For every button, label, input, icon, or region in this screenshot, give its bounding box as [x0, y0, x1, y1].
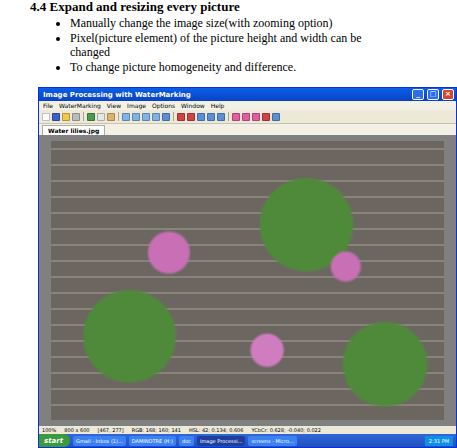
copy-icon[interactable]: [97, 113, 105, 121]
grid-icon[interactable]: [207, 113, 215, 121]
status-cell: 100%: [42, 427, 56, 433]
window-title: Image Processing with WaterMarking: [43, 91, 409, 99]
undo-icon[interactable]: [87, 113, 95, 121]
window-button[interactable]: □: [427, 89, 439, 100]
grid-icon[interactable]: [217, 113, 225, 121]
window-button[interactable]: _: [412, 89, 424, 100]
bullet-item: Pixel(picture element) of the picture he…: [70, 31, 370, 59]
taskbar-item[interactable]: screens - Micro...: [248, 436, 296, 446]
grid-icon[interactable]: [197, 113, 205, 121]
toolbar: [39, 110, 456, 124]
open-icon[interactable]: [62, 113, 70, 121]
status-cell: HSL: 42; 0.134; 0.606: [189, 427, 244, 433]
menu-item[interactable]: Options: [152, 102, 175, 109]
color-icon[interactable]: [232, 113, 240, 121]
title-bar: Image Processing with WaterMarking_□×: [39, 88, 456, 101]
image-canvas: [39, 135, 456, 426]
zoom-icon[interactable]: [122, 113, 130, 121]
new-icon[interactable]: [42, 113, 50, 121]
menu-item[interactable]: Help: [211, 102, 225, 109]
toolbar-separator: [118, 112, 119, 121]
zoom-icon[interactable]: [142, 113, 150, 121]
tool-icon[interactable]: [187, 113, 195, 121]
toolbar-separator: [83, 112, 84, 121]
status-cell: [467, 277]: [98, 427, 124, 433]
bullet-list: Manually change the image size(with zoom…: [0, 16, 370, 75]
tool-icon[interactable]: [177, 113, 185, 121]
app-screenshot: Image Processing with WaterMarking_□×Fil…: [38, 87, 457, 448]
zoom-icon[interactable]: [132, 113, 140, 121]
zoom-icon[interactable]: [152, 113, 160, 121]
status-cell: RGB: 168; 160; 141: [132, 427, 181, 433]
tool-icon[interactable]: [262, 113, 270, 121]
tab-strip: Water lilies.jpg: [39, 124, 456, 135]
save-icon[interactable]: [52, 113, 60, 121]
bullet-item: Manually change the image size(with zoom…: [70, 16, 370, 30]
menu-item[interactable]: View: [107, 102, 121, 109]
paper-page: 4.4 Expand and resizing every picture Man…: [0, 0, 457, 448]
menu-item[interactable]: WaterMarking: [59, 102, 101, 109]
photo: [51, 141, 444, 420]
print-icon[interactable]: [72, 113, 80, 121]
toolbar-separator: [228, 112, 229, 121]
color-icon[interactable]: [242, 113, 250, 121]
menu-item[interactable]: Window: [181, 102, 205, 109]
window-button[interactable]: ×: [442, 89, 454, 100]
taskbar-item[interactable]: doc: [179, 436, 194, 446]
start-button[interactable]: start: [39, 434, 70, 447]
clock: 2:31 PM: [425, 436, 453, 446]
taskbar-item[interactable]: Image Processi...: [197, 436, 245, 446]
bullet-item: To change picture homogeneity and differ…: [70, 60, 370, 74]
taskbar: startGmail - Inbox (1)...DAMINOTRE (H:)d…: [39, 434, 456, 447]
status-cell: YCbCr: 0.628; -0.040; 0.022: [251, 427, 320, 433]
taskbar-item[interactable]: DAMINOTRE (H:): [129, 436, 176, 446]
document-tab[interactable]: Water lilies.jpg: [42, 125, 105, 135]
color-icon[interactable]: [252, 113, 260, 121]
grid-icon[interactable]: [272, 113, 280, 121]
grid-icon[interactable]: [162, 113, 170, 121]
menu-item[interactable]: File: [43, 102, 53, 109]
section-heading: 4.4 Expand and resizing every picture: [0, 0, 457, 14]
taskbar-item[interactable]: Gmail - Inbox (1)...: [73, 436, 126, 446]
status-cell: 800 x 600: [64, 427, 89, 433]
menu-bar: File WaterMarking View Image Options Window He…: [39, 101, 456, 110]
status-bar: 100% 800 x 600 [467, 277] RGB: 168; 160; 14…: [39, 426, 456, 434]
toolbar-separator: [173, 112, 174, 121]
menu-item[interactable]: Image: [127, 102, 146, 109]
paste-icon[interactable]: [107, 113, 115, 121]
